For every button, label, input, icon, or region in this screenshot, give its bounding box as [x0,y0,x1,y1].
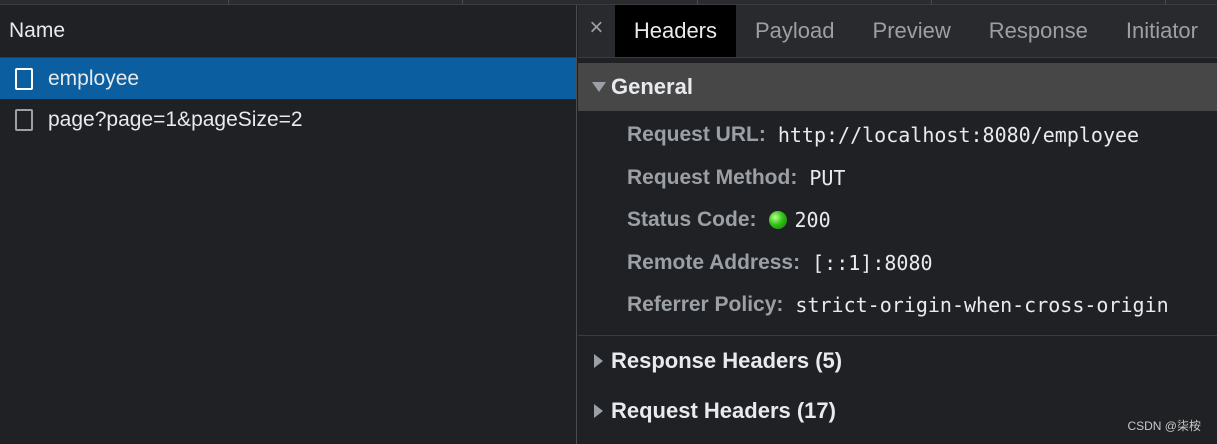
name-column-label: Name [9,19,66,42]
status-ok-icon [768,211,787,230]
general-title: General [611,74,693,99]
header-value[interactable]: 200 [795,208,831,232]
document-icon [15,108,33,131]
header-key: Remote Address: [627,250,801,274]
header-key: Referrer Policy: [627,293,784,317]
header-value[interactable]: PUT [809,166,845,190]
tab-payload[interactable]: Payload [736,5,854,57]
remote-address-row: Remote Address: [::1]:8080 [578,242,1217,285]
referrer-policy-row: Referrer Policy: strict-origin-when-cros… [578,284,1217,327]
tab-preview[interactable]: Preview [854,5,970,57]
general-section-header[interactable]: General [578,63,1217,111]
close-icon[interactable]: × [578,5,615,57]
tab-headers[interactable]: Headers [614,5,736,57]
request-row-page[interactable]: page?page=1&pageSize=2 [0,99,576,140]
header-key: Status Code: [627,208,757,232]
general-section-body: Request URL: http://localhost:8080/emplo… [578,111,1217,336]
header-key: Request Method: [627,165,798,189]
triangle-down-icon [592,82,606,92]
devtools-network-panel: Name employee page?page=1&pageSize=2 × H… [0,0,1217,444]
request-headers-title: Request Headers (17) [611,397,836,423]
document-icon [15,67,33,90]
request-row-employee[interactable]: employee [0,58,576,99]
header-value[interactable]: strict-origin-when-cross-origin [795,293,1168,317]
tab-initiator[interactable]: Initiator [1107,5,1217,57]
request-name: employee [48,66,140,90]
request-url-row: Request URL: http://localhost:8080/emplo… [578,114,1217,157]
request-list-panel: Name employee page?page=1&pageSize=2 [0,5,577,444]
request-details-panel: × Headers Payload Preview Response Initi… [578,5,1217,444]
header-value[interactable]: http://localhost:8080/employee [778,123,1139,147]
request-method-row: Request Method: PUT [578,157,1217,200]
watermark-text: CSDN @柒桉 [1127,419,1201,433]
name-column-header[interactable]: Name [0,5,576,58]
response-headers-title: Response Headers (5) [611,347,843,373]
tab-response[interactable]: Response [970,5,1107,57]
triangle-right-icon [594,403,603,418]
request-name: page?page=1&pageSize=2 [48,107,303,131]
response-headers-section-header[interactable]: Response Headers (5) [578,336,1217,386]
triangle-right-icon [594,353,603,368]
header-key: Request URL: [627,123,766,147]
header-value[interactable]: [::1]:8080 [812,251,932,275]
status-code-row: Status Code: 200 [578,199,1217,242]
details-tabbar: × Headers Payload Preview Response Initi… [578,5,1217,58]
request-headers-section-header[interactable]: Request Headers (17) [578,386,1217,436]
